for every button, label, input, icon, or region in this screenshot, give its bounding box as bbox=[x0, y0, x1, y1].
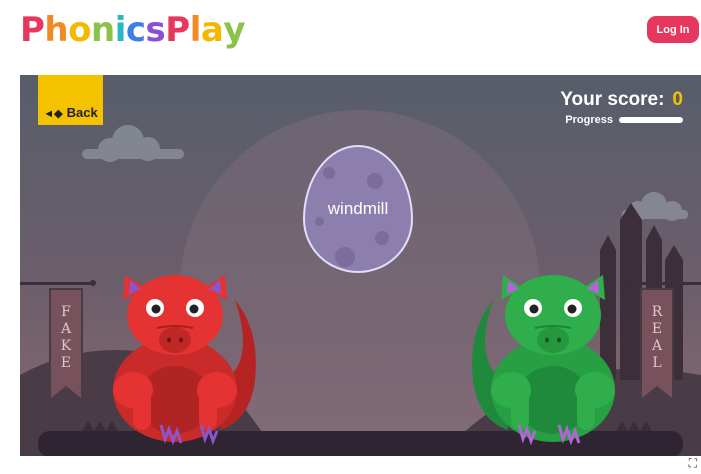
login-button[interactable]: Log In bbox=[647, 16, 699, 43]
fake-letter: E bbox=[60, 355, 72, 371]
fullscreen-icon[interactable]: ⛶ bbox=[689, 456, 697, 471]
back-label: Back bbox=[66, 105, 98, 120]
fake-letter: F bbox=[61, 304, 71, 320]
progress-display: Progress bbox=[565, 114, 683, 126]
logo-letter: i bbox=[114, 10, 127, 50]
logo-letter: h bbox=[44, 10, 69, 50]
back-button[interactable]: ◄◆ Back bbox=[38, 75, 103, 125]
logo-letter: n bbox=[91, 10, 115, 50]
logo-letter: a bbox=[200, 10, 224, 50]
fake-letter: K bbox=[60, 338, 72, 354]
logo-letter: c bbox=[125, 10, 146, 50]
logo-letter: P bbox=[165, 10, 190, 50]
left-flagpole bbox=[20, 282, 90, 285]
logo-letter: o bbox=[68, 10, 91, 50]
fake-banner: F A K E bbox=[49, 288, 83, 398]
progress-bar bbox=[619, 117, 683, 123]
logo-letter: y bbox=[223, 10, 245, 50]
real-banner: R E A L bbox=[640, 288, 674, 398]
logo-letter: l bbox=[189, 10, 202, 50]
right-flagpole bbox=[628, 282, 701, 285]
logo-letter: P bbox=[20, 10, 45, 50]
score-display: Your score: 0 bbox=[560, 89, 683, 111]
real-letter: L bbox=[652, 355, 662, 371]
real-letter: A bbox=[651, 338, 663, 354]
back-arrow-icon: ◄◆ bbox=[43, 108, 63, 120]
real-letter: E bbox=[651, 321, 663, 337]
fake-dragon[interactable] bbox=[105, 270, 265, 445]
fake-letter: A bbox=[60, 321, 72, 337]
progress-label: Progress bbox=[565, 114, 613, 126]
score-label: Your score: bbox=[560, 89, 665, 110]
site-logo[interactable]: PhonicsPlay bbox=[20, 6, 245, 54]
logo-text: PhonicsPlay bbox=[20, 6, 245, 54]
real-dragon[interactable] bbox=[463, 270, 623, 445]
game-stage: ◄◆ Back Your score: 0 Progress windmill F… bbox=[20, 75, 701, 456]
egg-word: windmill bbox=[327, 199, 389, 218]
real-letter: R bbox=[651, 304, 663, 320]
logo-letter: s bbox=[145, 10, 166, 50]
score-value: 0 bbox=[672, 89, 683, 110]
